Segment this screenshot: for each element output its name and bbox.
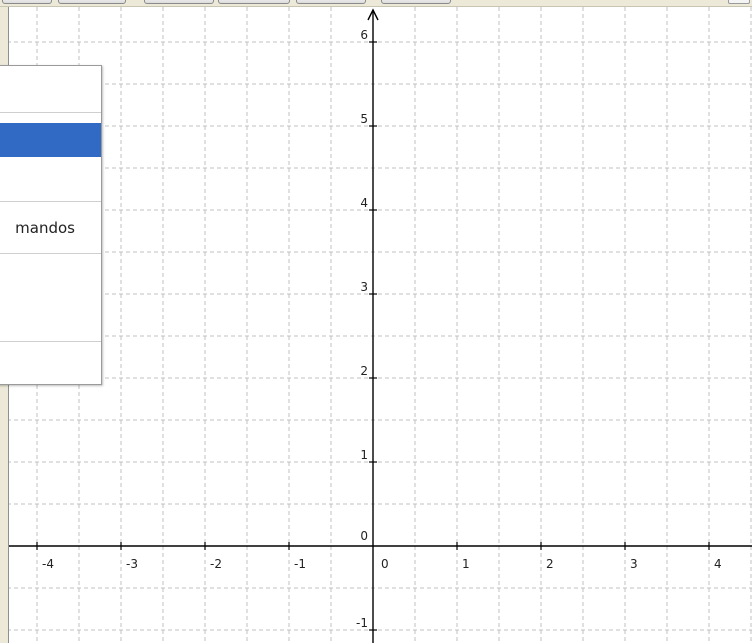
y-tick-label: 2	[360, 364, 368, 378]
x-tick-label: -1	[294, 557, 306, 571]
y-tick-label: -1	[356, 616, 368, 630]
context-menu-item[interactable]: mandos	[0, 202, 101, 254]
context-menu-item-selected[interactable]	[0, 123, 101, 157]
context-menu-item[interactable]	[0, 157, 101, 202]
y-tick-label: 1	[360, 448, 368, 462]
graphics-view[interactable]: -4 -3 -2 -1 0 1 2 3 4 -1 0 1 2 3 4 5 6	[0, 0, 752, 643]
toolbar-button[interactable]	[58, 0, 126, 4]
context-menu-item[interactable]	[0, 342, 101, 384]
x-tick-label: 0	[381, 557, 389, 571]
x-tick-label: 2	[546, 557, 554, 571]
window-control-button[interactable]	[728, 0, 750, 4]
x-tick-label: 4	[714, 557, 722, 571]
context-menu-item[interactable]	[0, 254, 101, 342]
context-menu: mandos	[0, 65, 102, 385]
y-tick-label: 0	[360, 529, 368, 543]
x-tick-label: -2	[210, 557, 222, 571]
toolbar	[0, 0, 752, 7]
context-menu-item[interactable]	[0, 66, 101, 113]
toolbar-button[interactable]	[2, 0, 52, 4]
x-tick-label: 3	[630, 557, 638, 571]
y-tick-label: 3	[360, 280, 368, 294]
geogebra-window: -4 -3 -2 -1 0 1 2 3 4 -1 0 1 2 3 4 5 6 mandos	[0, 0, 752, 643]
x-tick-label: -4	[42, 557, 54, 571]
toolbar-button[interactable]	[218, 0, 290, 4]
toolbar-button[interactable]	[296, 0, 366, 4]
toolbar-button[interactable]	[381, 0, 451, 4]
y-tick-label: 5	[360, 112, 368, 126]
x-tick-label: 1	[462, 557, 470, 571]
context-menu-item-label: mandos	[15, 218, 75, 237]
toolbar-button[interactable]	[144, 0, 214, 4]
coordinate-plane[interactable]: -4 -3 -2 -1 0 1 2 3 4 -1 0 1 2 3 4 5 6	[0, 0, 752, 643]
y-tick-label: 6	[360, 28, 368, 42]
x-tick-label: -3	[126, 557, 138, 571]
y-tick-label: 4	[360, 196, 368, 210]
